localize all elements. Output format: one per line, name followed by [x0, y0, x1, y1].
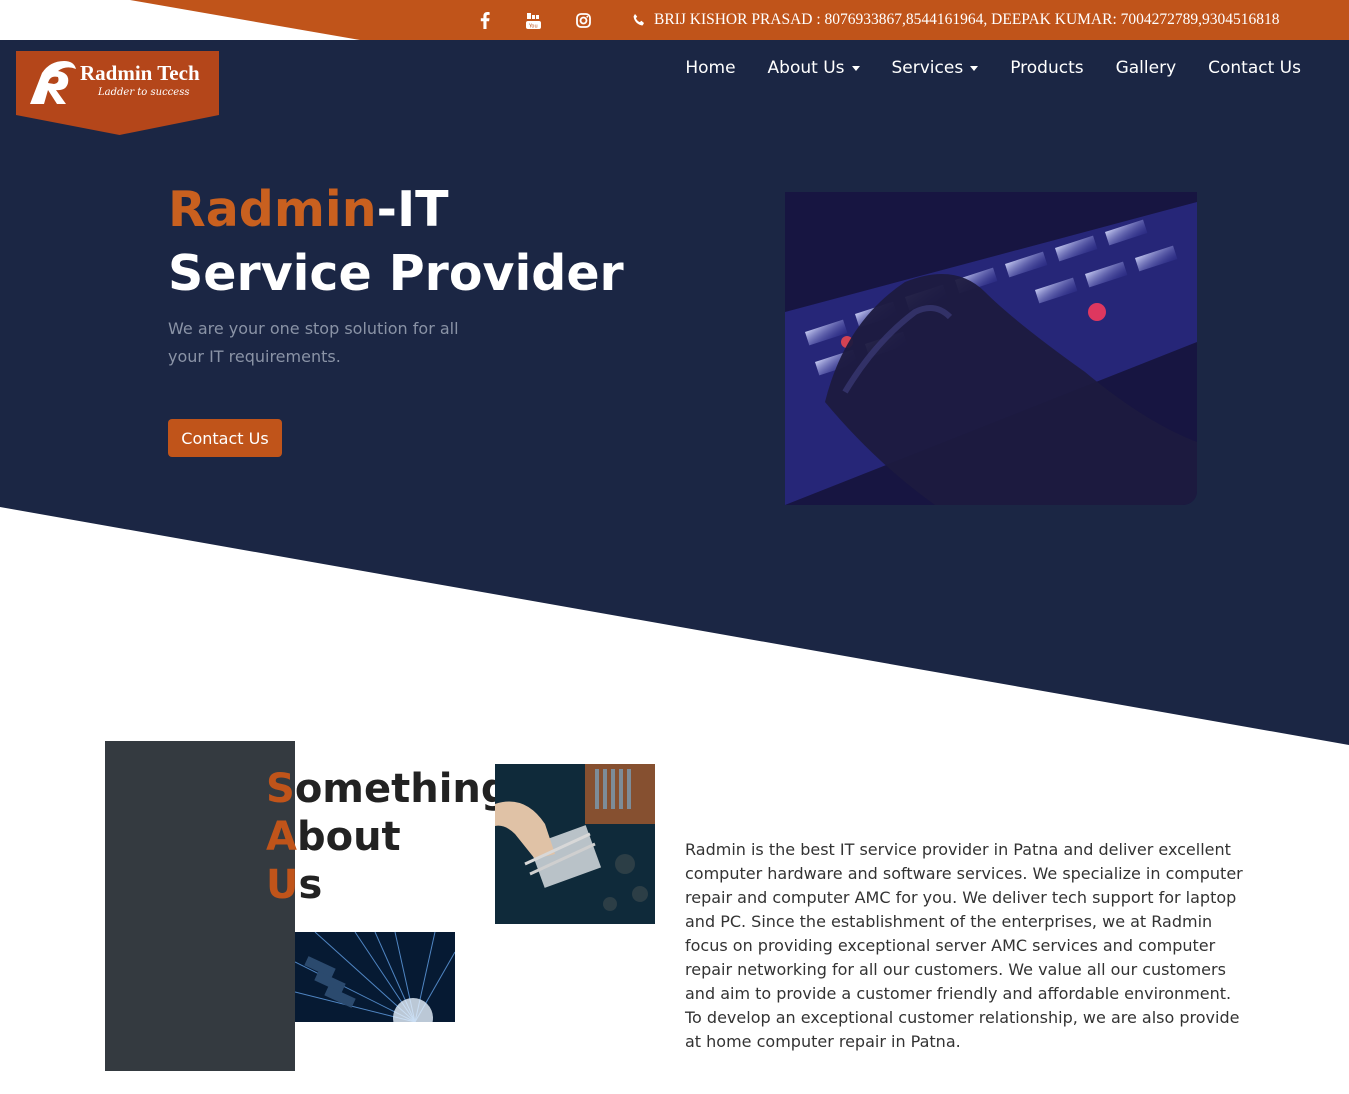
nav-products-label: Products	[1010, 58, 1084, 78]
about-title-line3: s	[298, 862, 323, 908]
site-logo[interactable]: Radmin Tech Ladder to success	[16, 51, 219, 135]
about-title-s: S	[266, 766, 295, 812]
logo-name: Radmin Tech	[80, 61, 200, 85]
about-title-line1: omething	[294, 766, 510, 812]
phone-icon	[632, 13, 646, 27]
logo-r-icon	[30, 61, 76, 104]
nav-about-us-label: About Us	[767, 58, 845, 78]
circuit-board-image	[495, 764, 655, 924]
nav-contact-us-label: Contact Us	[1208, 58, 1301, 78]
nav-services-label: Services	[891, 58, 964, 78]
hero-title-rest: -IT	[376, 181, 449, 238]
svg-text:You: You	[528, 23, 538, 29]
nav-about-us[interactable]: About Us	[752, 58, 876, 78]
about-description: Radmin is the best IT service provider i…	[685, 840, 1243, 1051]
contact-numbers: BRIJ KISHOR PRASAD : 8076933867,85441619…	[632, 11, 1280, 29]
about-title-a: A	[266, 814, 297, 860]
contact-text: BRIJ KISHOR PRASAD : 8076933867,85441619…	[654, 11, 1280, 28]
main-nav: Home About Us Services Products Gallery …	[669, 58, 1317, 78]
nav-products[interactable]: Products	[994, 58, 1099, 78]
youtube-icon[interactable]: You	[523, 10, 543, 30]
facebook-icon[interactable]	[475, 10, 495, 30]
hero-subtitle: We are your one stop solution for all yo…	[168, 319, 459, 366]
nav-services[interactable]: Services	[876, 58, 995, 78]
about-title-u: U	[266, 862, 299, 908]
hero-title-accent: Radmin	[168, 181, 377, 238]
hero-contact-button[interactable]: Contact Us	[168, 419, 282, 457]
nav-home-label: Home	[685, 58, 736, 78]
instagram-icon[interactable]	[573, 10, 593, 30]
hero-title-line2: Service Provider	[168, 245, 624, 302]
about-title: Something About Us	[266, 765, 510, 909]
nav-gallery-label: Gallery	[1115, 58, 1177, 78]
nav-contact-us[interactable]: Contact Us	[1192, 58, 1317, 78]
hero-title: Radmin-IT Service Provider	[168, 178, 624, 306]
nav-gallery[interactable]: Gallery	[1100, 58, 1193, 78]
caret-down-icon	[851, 65, 860, 71]
about-title-line2: bout	[296, 814, 401, 860]
keyboard-hand-image	[785, 192, 1197, 505]
caret-down-icon	[970, 65, 979, 71]
logo-tagline: Ladder to success	[98, 87, 190, 98]
nav-home[interactable]: Home	[669, 58, 751, 78]
fiber-optic-image	[295, 932, 455, 1022]
